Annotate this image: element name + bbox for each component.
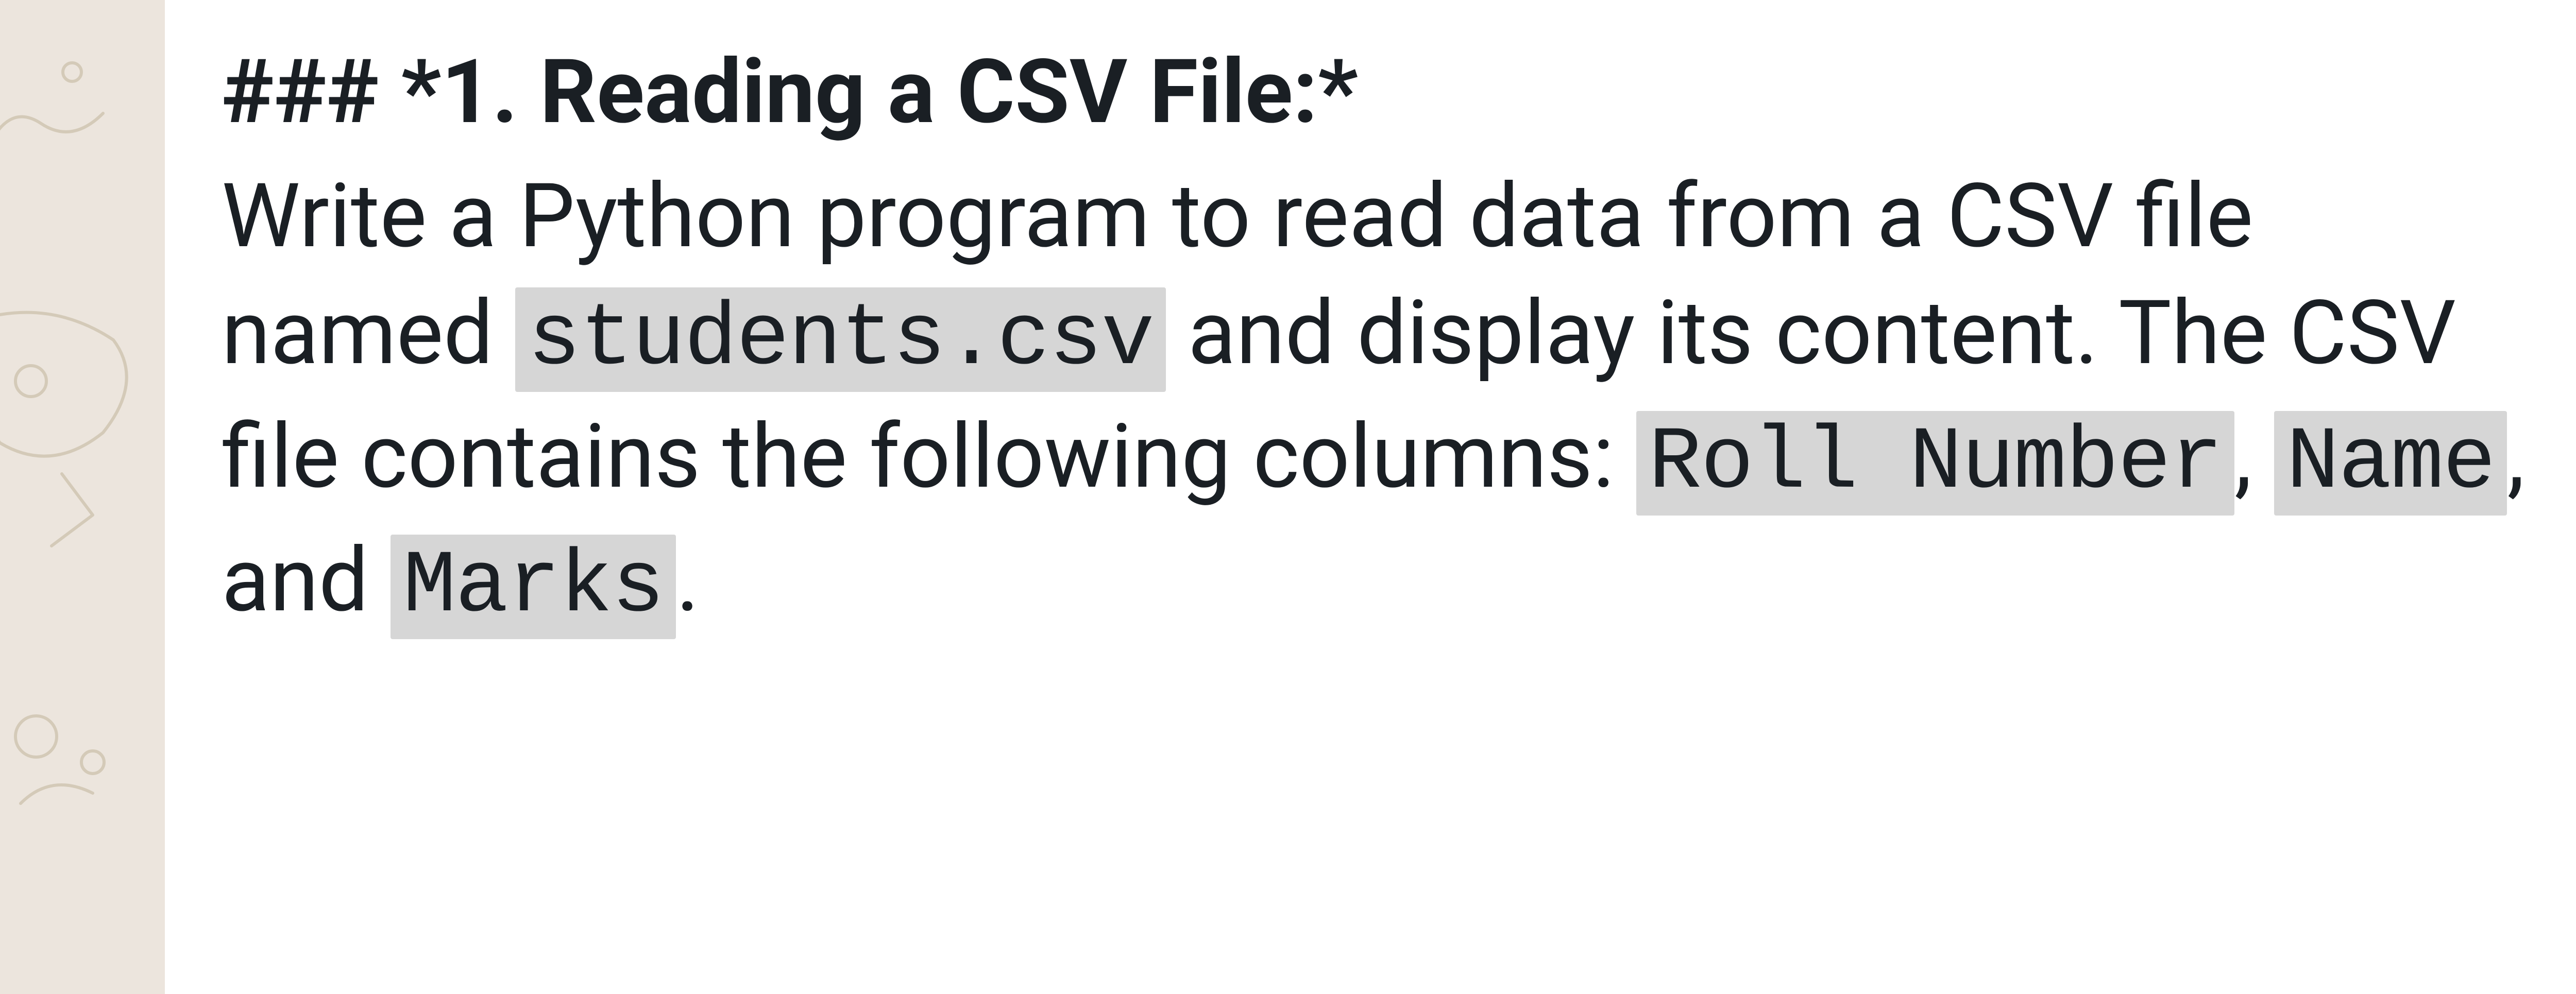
question-heading: ### *1. Reading a CSV File:*	[222, 41, 2539, 143]
doodle-icon	[10, 680, 134, 814]
code-filename: students.csv	[515, 287, 1166, 392]
question-body: Write a Python program to read data from…	[222, 158, 2539, 645]
body-text-sep: ,	[2234, 404, 2274, 508]
doodle-icon	[0, 41, 113, 185]
chat-background-left	[0, 0, 165, 994]
code-column: Roll Number	[1636, 411, 2234, 516]
code-column: Marks	[391, 535, 676, 639]
doodle-icon	[0, 278, 165, 587]
message-content: ### *1. Reading a CSV File:* Write a Pyt…	[165, 0, 2576, 994]
code-column: Name	[2274, 411, 2507, 516]
body-text-part: .	[676, 528, 699, 632]
